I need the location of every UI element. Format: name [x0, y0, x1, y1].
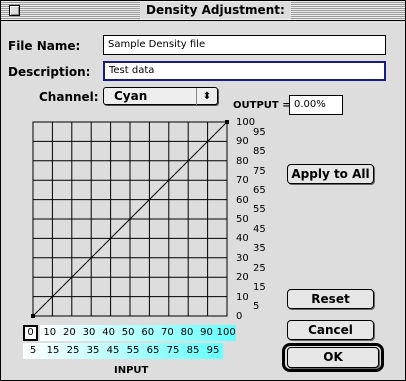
output-tick-label: 40: [236, 233, 249, 245]
title-bar[interactable]: Density Adjustment:: [1, 1, 405, 21]
popup-arrows-icon: ⬍: [196, 88, 217, 105]
input-tick-label[interactable]: 95: [203, 343, 223, 359]
output-tick-label: 10: [236, 291, 249, 303]
output-field[interactable]: 0.00%: [289, 95, 343, 115]
input-tick-label[interactable]: 90: [196, 325, 217, 341]
output-tick-label: 25: [253, 262, 266, 274]
input-tick-label[interactable]: 25: [63, 343, 83, 359]
input-tick-label[interactable]: 20: [59, 325, 80, 341]
input-tick-label[interactable]: 70: [157, 325, 178, 341]
output-tick-label: 85: [253, 146, 266, 158]
channel-popup[interactable]: Cyan ⬍: [103, 87, 218, 105]
input-tick-label[interactable]: 85: [183, 343, 203, 359]
output-tick-label: 75: [253, 165, 266, 177]
input-tick-label[interactable]: 5: [23, 343, 43, 359]
close-box-icon[interactable]: [9, 5, 20, 16]
ok-button[interactable]: OK: [287, 347, 379, 368]
input-tick-label[interactable]: 50: [118, 325, 138, 341]
input-tick-label[interactable]: 40: [98, 325, 119, 341]
input-tick-label[interactable]: 30: [79, 325, 99, 341]
density-curve-graph[interactable]: [30, 119, 230, 319]
input-major-ticks: 10 20 30 40 50 60 70 80 90 100: [40, 325, 236, 341]
output-tick-label: 15: [253, 281, 266, 293]
output-tick-label: 5: [253, 301, 260, 313]
output-tick-label: 35: [253, 243, 266, 255]
input-tick-label[interactable]: 55: [123, 343, 143, 359]
input-tick-label[interactable]: 75: [163, 343, 183, 359]
curve-start-handle[interactable]: [31, 314, 35, 318]
input-selected-value[interactable]: 0: [23, 325, 38, 341]
output-tick-label: 70: [236, 175, 249, 187]
description-label: Description:: [8, 65, 91, 79]
input-minor-ticks: 5 15 25 35 45 55 65 75 85 95: [23, 343, 223, 359]
input-tick-label[interactable]: 80: [177, 325, 197, 341]
channel-label: Channel:: [39, 90, 99, 104]
density-adjustment-dialog: Density Adjustment: File Name: Sample De…: [0, 0, 406, 381]
output-tick-label: 30: [236, 252, 249, 264]
input-tick-label[interactable]: 65: [143, 343, 163, 359]
output-tick-label: 80: [236, 155, 249, 167]
input-tick-label[interactable]: 60: [137, 325, 158, 341]
output-tick-label: 95: [253, 126, 266, 138]
output-tick-label: 65: [253, 184, 266, 196]
input-tick-label[interactable]: 100: [216, 325, 236, 341]
output-tick-label: 60: [236, 194, 249, 206]
input-tick-label[interactable]: 15: [43, 343, 63, 359]
file-name-field[interactable]: Sample Density file: [103, 35, 386, 55]
input-scale-minor[interactable]: 5 15 25 35 45 55 65 75 85 95: [23, 343, 223, 359]
file-name-label: File Name:: [8, 39, 81, 53]
output-tick-label: 55: [253, 204, 266, 216]
output-tick-label: 45: [253, 223, 266, 235]
apply-to-all-button[interactable]: Apply to All: [287, 164, 374, 184]
input-tick-label[interactable]: 35: [83, 343, 103, 359]
output-tick-label: 20: [236, 272, 249, 284]
window-title: Density Adjustment:: [140, 2, 291, 19]
output-label: OUTPUT =: [233, 100, 291, 111]
input-tick-label[interactable]: 45: [103, 343, 123, 359]
cancel-button[interactable]: Cancel: [287, 320, 374, 340]
input-axis-label: INPUT: [114, 365, 149, 376]
output-tick-label: 50: [236, 214, 249, 225]
input-scale-major[interactable]: 0 10 20 30 40 50 60 70 80 90 100: [23, 325, 236, 341]
input-tick-label[interactable]: 10: [40, 325, 60, 341]
description-field[interactable]: Test data: [103, 61, 386, 81]
reset-button[interactable]: Reset: [287, 289, 374, 309]
curve-end-handle[interactable]: [225, 120, 229, 124]
output-tick-label: 90: [236, 136, 249, 148]
channel-value: Cyan: [114, 89, 148, 103]
output-tick-label: 0: [236, 311, 243, 322]
